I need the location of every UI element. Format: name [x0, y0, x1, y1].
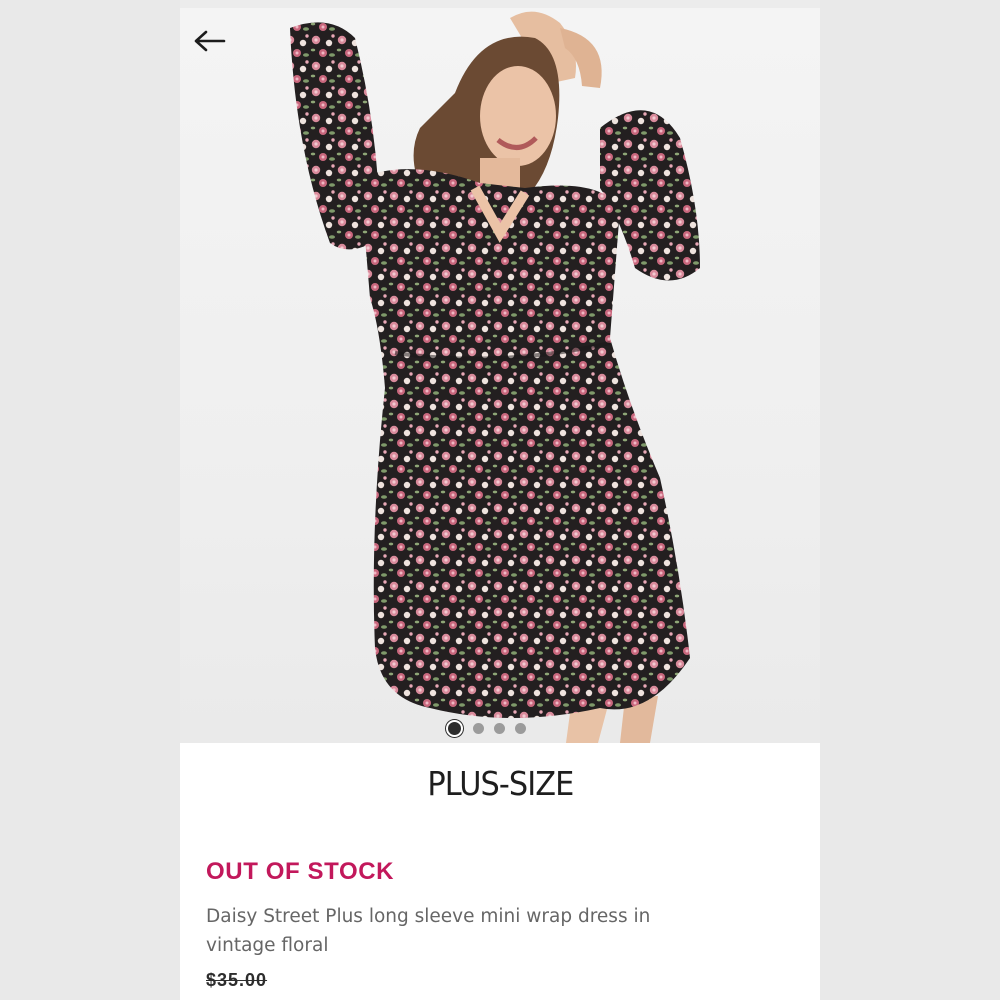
carousel-dot[interactable] — [515, 723, 526, 734]
stock-status: OUT OF STOCK — [206, 858, 395, 885]
product-title: Daisy Street Plus long sleeve mini wrap … — [206, 906, 651, 956]
size-tag-band: PLUS-SIZE — [180, 743, 820, 823]
size-tag: PLUS-SIZE — [426, 763, 574, 803]
arrow-left-icon — [194, 30, 226, 52]
back-button[interactable] — [194, 30, 240, 76]
carousel-dot[interactable] — [494, 723, 505, 734]
carousel-dot[interactable] — [446, 720, 463, 737]
original-price: $35.00 — [206, 970, 268, 990]
top-divider — [180, 0, 820, 8]
product-screen: PLUS-SIZE OUT OF STOCK Daisy Street Plus… — [180, 0, 820, 1000]
product-image[interactable] — [180, 8, 820, 743]
carousel-indicator — [446, 720, 526, 737]
product-info: OUT OF STOCK Daisy Street Plus long slee… — [206, 858, 806, 991]
carousel-dot[interactable] — [473, 723, 484, 734]
model-photo — [290, 11, 700, 743]
